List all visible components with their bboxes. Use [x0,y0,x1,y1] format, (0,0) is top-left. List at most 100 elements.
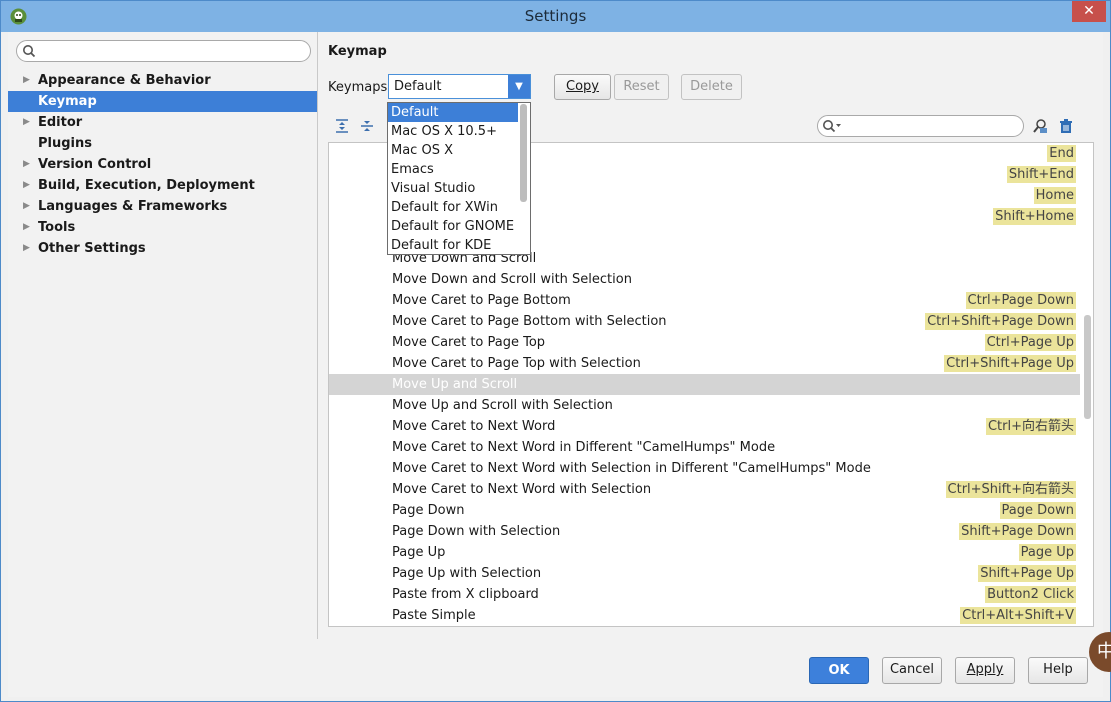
table-row[interactable]: Page Down Page Down [329,500,1080,521]
shortcut-badge: Ctrl+Shift+Page Up [944,355,1076,372]
dropdown-option[interactable]: Mac OS X [388,141,530,160]
expand-arrow-icon[interactable]: ▶ [23,70,30,91]
action-name: Move Down and Scroll with Selection [392,272,632,287]
dropdown-option[interactable]: Default for XWin [388,198,530,217]
delete-button[interactable]: Delete [681,74,742,100]
action-name: Move Caret to Next Word in Different "Ca… [392,440,776,455]
action-name: Move Caret to Next Word with Selection [392,482,652,497]
sidebar-item[interactable]: ▶ Version Control [8,154,317,175]
close-button[interactable]: ✕ [1072,1,1106,22]
sidebar-divider [317,32,318,639]
action-name: Move Up and Scroll with Selection [392,398,613,413]
table-row[interactable]: Move Caret to Next Word with Selection i… [329,458,1080,479]
dropdown-option[interactable]: Default [388,103,518,122]
table-row[interactable]: Page Down with Selection Shift+Page Down [329,521,1080,542]
expand-arrow-icon[interactable]: ▶ [23,112,30,133]
reset-button[interactable]: Reset [614,74,669,100]
shortcut-badge: Page Up [1018,544,1076,561]
sidebar-item[interactable]: ▶ Appearance & Behavior [8,70,317,91]
action-name: Page Down [392,503,465,518]
dropdown-option[interactable]: Mac OS X 10.5+ [388,122,530,141]
table-row[interactable]: Move Caret to Next Word in Different "Ca… [329,437,1080,458]
action-name: Paste from X clipboard [392,587,539,602]
table-row[interactable]: Move Caret to Page Bottom Ctrl+Page Down [329,290,1080,311]
table-row[interactable]: Move Caret to Next Word with Selection Ct… [329,479,1080,500]
table-row[interactable]: Move Caret to Next Word Ctrl+向右箭头 [329,416,1080,437]
shortcut-badge: Ctrl+Alt+Shift+V [960,607,1076,624]
keymaps-label: Keymaps: [328,80,392,95]
keymap-select[interactable]: Default ▼ [388,74,531,99]
shortcut-badge: End [1047,145,1076,162]
keymap-select-value: Default [394,79,442,94]
expand-arrow-icon[interactable]: ▶ [23,175,30,196]
sidebar-item[interactable]: ▶ Other Settings [8,238,317,259]
expand-arrow-icon[interactable]: ▶ [23,196,30,217]
table-row[interactable]: Move Up and Scroll with Selection [329,395,1080,416]
sidebar-item-label: Plugins [38,136,92,151]
find-shortcut-icon[interactable] [1032,118,1048,134]
shortcut-badge: Ctrl+向右箭头 [985,418,1076,435]
settings-window: Settings ✕ ▶ Appearance & Behavior Keymap ▶… [0,0,1111,702]
action-name: Page Down with Selection [392,524,561,539]
table-row[interactable]: Move Caret to Page Top with Selection Ctr… [329,353,1080,374]
table-row[interactable]: Move Caret to Page Bottom with Selection… [329,311,1080,332]
action-name: Move Caret to Next Word with Selection i… [392,461,871,476]
table-row[interactable]: Paste Simple Ctrl+Alt+Shift+V [329,605,1080,626]
dialog-body: ▶ Appearance & Behavior Keymap ▶ Editor Plugi… [8,32,1103,697]
collapse-all-icon[interactable] [359,118,375,134]
shortcut-badge: Shift+Home [993,208,1076,225]
expand-arrow-icon[interactable]: ▶ [23,154,30,175]
copy-button-label: Copy [566,79,599,94]
dropdown-scrollbar[interactable] [520,104,527,202]
cancel-button[interactable]: Cancel [882,657,942,684]
window-title: Settings [524,7,587,25]
shortcut-badge: Page Down [999,502,1076,519]
expand-arrow-icon[interactable]: ▶ [23,238,30,259]
dropdown-option[interactable]: Emacs [388,160,530,179]
sidebar-item[interactable]: ▶ Languages & Frameworks [8,196,317,217]
dropdown-option[interactable]: Visual Studio [388,179,530,198]
shortcut-badge: Shift+End [1006,166,1076,183]
table-row[interactable]: Page Up Page Up [329,542,1080,563]
sidebar-item-label: Build, Execution, Deployment [38,178,255,193]
shortcut-badge: Ctrl+Shift+Page Down [925,313,1076,330]
apply-button-label: Apply [966,662,1004,677]
expand-arrow-icon[interactable]: ▶ [23,217,30,238]
sidebar-item[interactable]: ▶ Tools [8,217,317,238]
table-row[interactable]: Paste from X clipboard Button2 Click [329,584,1080,605]
action-name: Move Caret to Next Word [392,419,556,434]
table-row[interactable]: Page Up with Selection Shift+Page Up [329,563,1080,584]
dropdown-option[interactable]: Default for KDE [388,236,530,254]
dialog-footer: OK Cancel Apply Help [8,639,1103,697]
action-name: Move Caret to Page Bottom [392,293,571,308]
ok-button[interactable]: OK [809,657,869,684]
action-name: Move Up and Scroll [392,377,518,392]
sidebar-search-input[interactable] [16,40,311,62]
trash-icon[interactable] [1058,118,1074,134]
keymap-dropdown-list[interactable]: Default Mac OS X 10.5+ Mac OS X Emacs Visual… [387,102,531,255]
table-row[interactable]: Move Caret to Page Top Ctrl+Page Up [329,332,1080,353]
title-bar[interactable]: Settings ✕ [1,1,1110,32]
table-row[interactable]: Move Down and Scroll with Selection [329,269,1080,290]
dropdown-option[interactable]: Default for GNOME [388,217,530,236]
action-name: Move Caret to Page Top with Selection [392,356,641,371]
action-filter-input[interactable] [817,115,1024,137]
copy-button[interactable]: Copy [554,74,611,100]
sidebar-item[interactable]: Keymap [8,91,317,112]
help-button[interactable]: Help [1028,657,1088,684]
apply-button[interactable]: Apply [955,657,1015,684]
action-name: Paste Simple [392,608,476,623]
action-name: Page Up [392,545,446,560]
sidebar-item-label: Tools [38,220,76,235]
sidebar-item-label: Editor [38,115,83,130]
shortcut-badge: Ctrl+Page Up [984,334,1076,351]
sidebar-item[interactable]: ▶ Build, Execution, Deployment [8,175,317,196]
expand-all-icon[interactable] [334,118,350,134]
list-scrollbar[interactable] [1084,315,1091,419]
sidebar-item[interactable]: Plugins [8,133,317,154]
sidebar-item[interactable]: ▶ Editor [8,112,317,133]
chevron-down-icon[interactable]: ▼ [508,75,530,98]
shortcut-badge: Shift+Page Down [959,523,1076,540]
table-row[interactable]: Move Up and Scroll [329,374,1080,395]
sidebar-item-label: Appearance & Behavior [38,73,211,88]
